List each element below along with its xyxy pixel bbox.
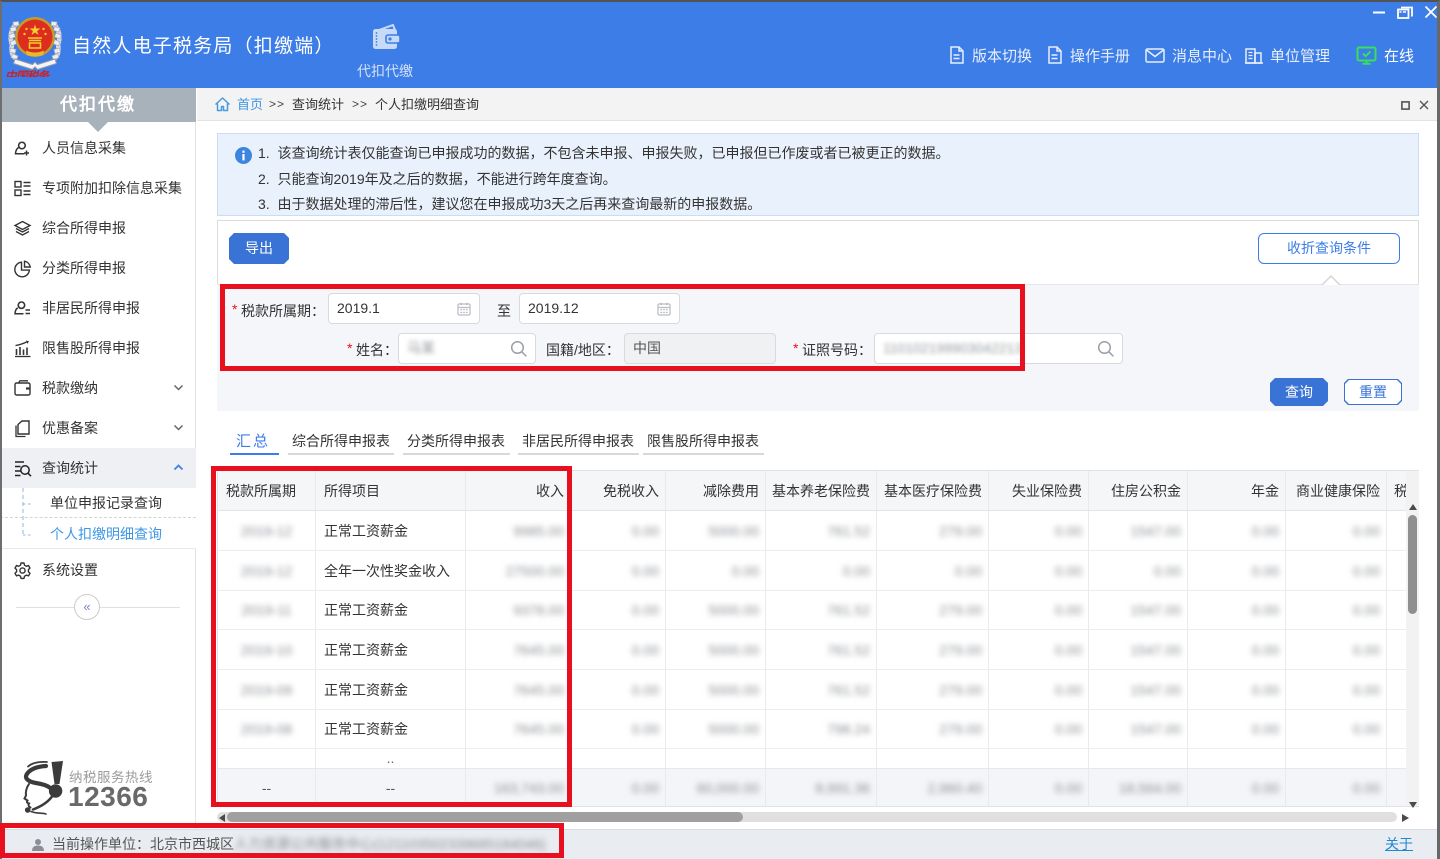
svg-text:中国税务: 中国税务: [5, 70, 51, 77]
